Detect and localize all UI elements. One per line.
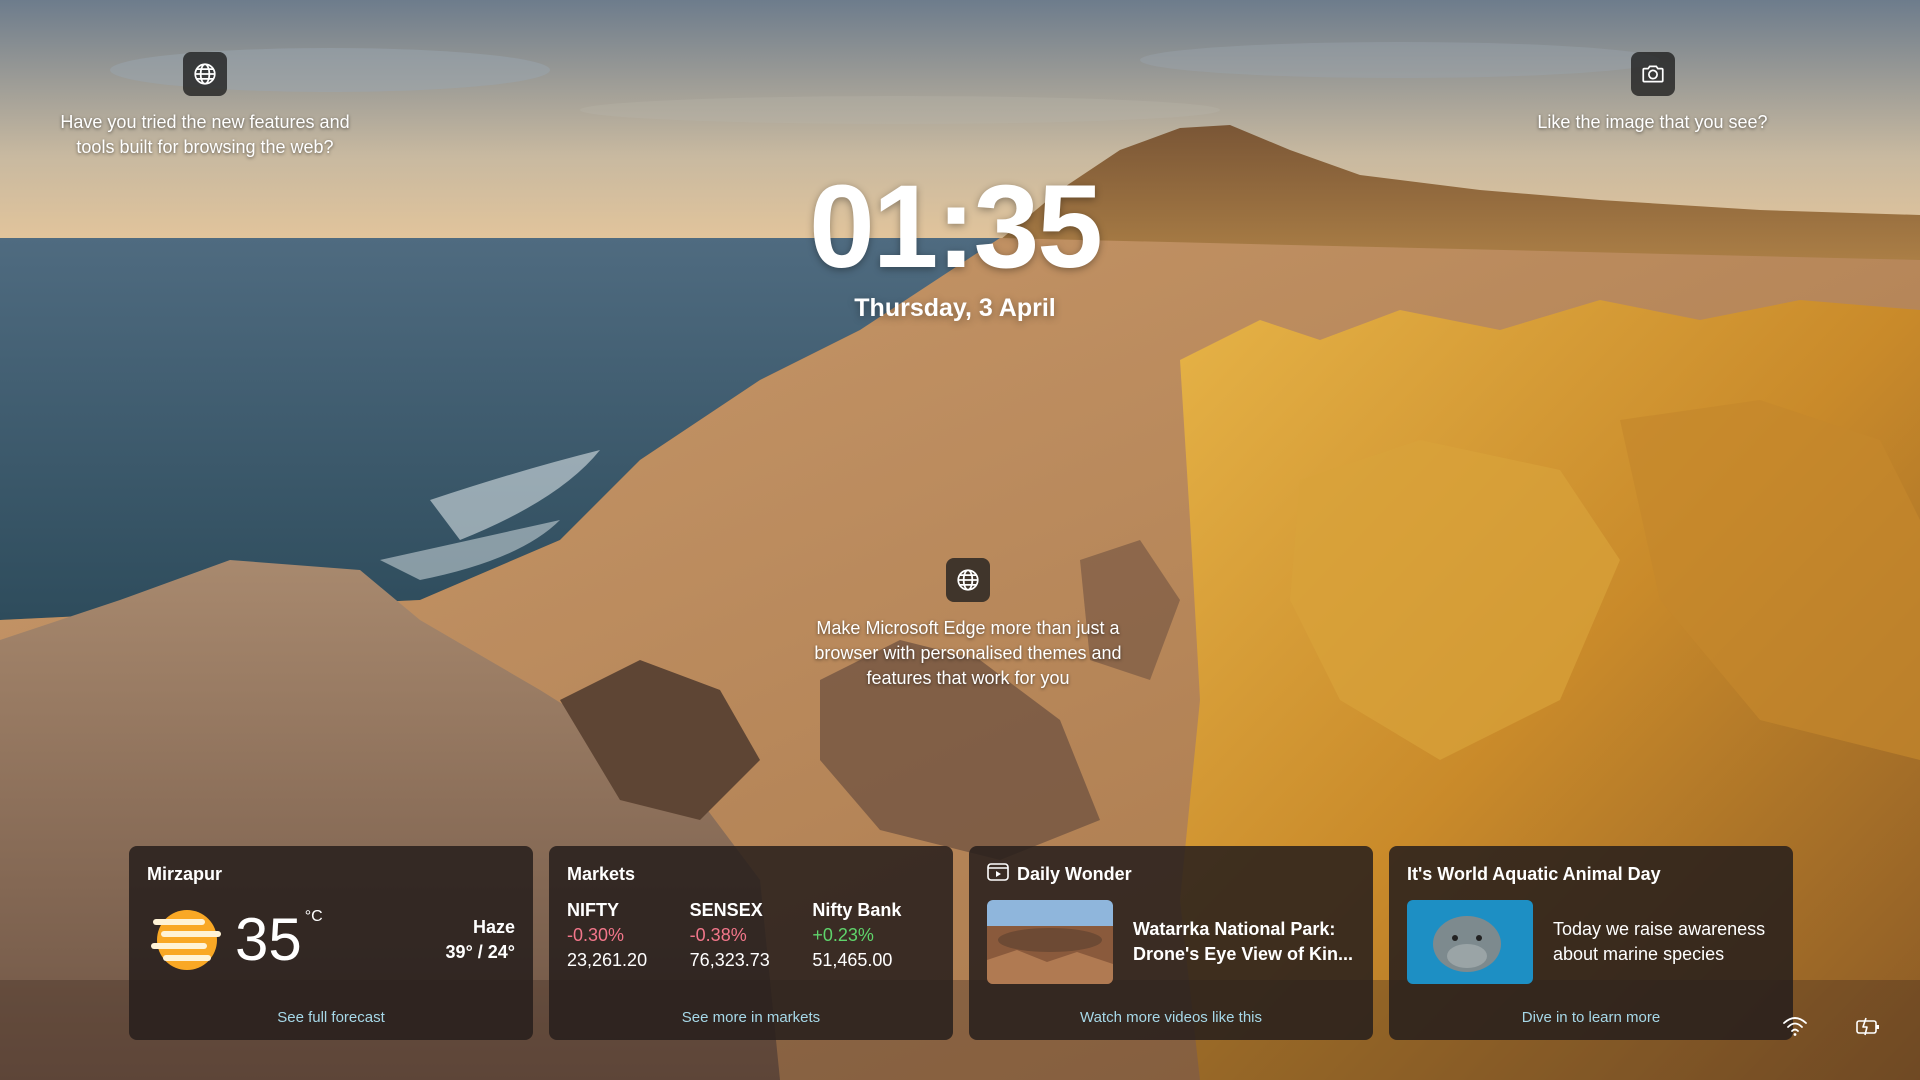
video-icon [987,862,1009,886]
weather-location: Mirzapur [147,863,223,884]
market-item-sensex[interactable]: SENSEX -0.38% 76,323.73 [690,898,813,973]
weather-temperature: 35 [235,906,302,973]
aquatic-description[interactable]: Today we raise awareness about marine sp… [1553,917,1775,967]
clock-date: Thursday, 3 April [854,294,1056,322]
market-name: Nifty Bank [812,900,902,920]
video-headline[interactable]: Watarrka National Park: Drone's Eye View… [1133,917,1355,967]
hotspot-like-image[interactable]: Like the image that you see? [1520,52,1785,135]
globe-icon[interactable] [183,52,227,96]
watch-more-videos-link[interactable]: Watch more videos like this [969,1009,1373,1026]
see-full-forecast-link[interactable]: See full forecast [129,1009,533,1026]
market-name: NIFTY [567,900,619,920]
battery-charging-icon[interactable] [1855,1014,1881,1038]
market-change: +0.23% [812,925,874,945]
globe-icon[interactable] [946,558,990,602]
hotspot-browse-text[interactable]: Have you tried the new features and tool… [40,110,370,160]
market-value: 76,323.73 [689,950,770,970]
daily-wonder-card[interactable]: Daily Wonder Watarrka National Park: Dro… [969,846,1373,1040]
camera-icon[interactable] [1630,52,1675,96]
weather-condition: Haze [472,917,515,937]
dive-in-learn-more-link[interactable]: Dive in to learn more [1389,1009,1793,1026]
aquatic-title: It's World Aquatic Animal Day [1407,863,1661,884]
hotspot-browse-features[interactable]: Have you tried the new features and tool… [40,52,370,160]
wifi-icon[interactable] [1782,1014,1808,1038]
weather-high-low: 39° / 24° [445,942,515,962]
market-name: SENSEX [689,900,763,920]
hotspot-edge-text[interactable]: Make Microsoft Edge more than just a bro… [790,616,1146,691]
aquatic-animal-day-card[interactable]: It's World Aquatic Animal Day Today we r… [1389,846,1793,1040]
market-value: 51,465.00 [812,950,893,970]
haze-sun-icon [147,907,225,973]
hotspot-edge-personalise[interactable]: Make Microsoft Edge more than just a bro… [790,558,1146,691]
lock-screen-clock: 01:35 Thursday, 3 April [700,162,1210,323]
hotspot-image-text[interactable]: Like the image that you see? [1537,110,1767,135]
see-more-markets-link[interactable]: See more in markets [549,1009,953,1026]
market-change: -0.30% [567,925,625,945]
market-change: -0.38% [689,925,747,945]
manatee-thumbnail[interactable] [1407,900,1533,984]
daily-wonder-title: Daily Wonder [1017,863,1132,884]
weather-unit: °C [304,908,323,925]
video-thumbnail[interactable] [987,900,1113,984]
clock-time: 01:35 [809,161,1103,293]
market-item-nifty[interactable]: NIFTY -0.30% 23,261.20 [567,898,690,973]
market-value: 23,261.20 [567,950,648,970]
market-item-nifty-bank[interactable]: Nifty Bank +0.23% 51,465.00 [812,898,935,973]
markets-title: Markets [567,863,636,884]
weather-card[interactable]: Mirzapur 35 °C Haze 39° / 24° See full f… [129,846,533,1040]
markets-card[interactable]: Markets NIFTY -0.30% 23,261.20 SENSEX -0… [549,846,953,1040]
